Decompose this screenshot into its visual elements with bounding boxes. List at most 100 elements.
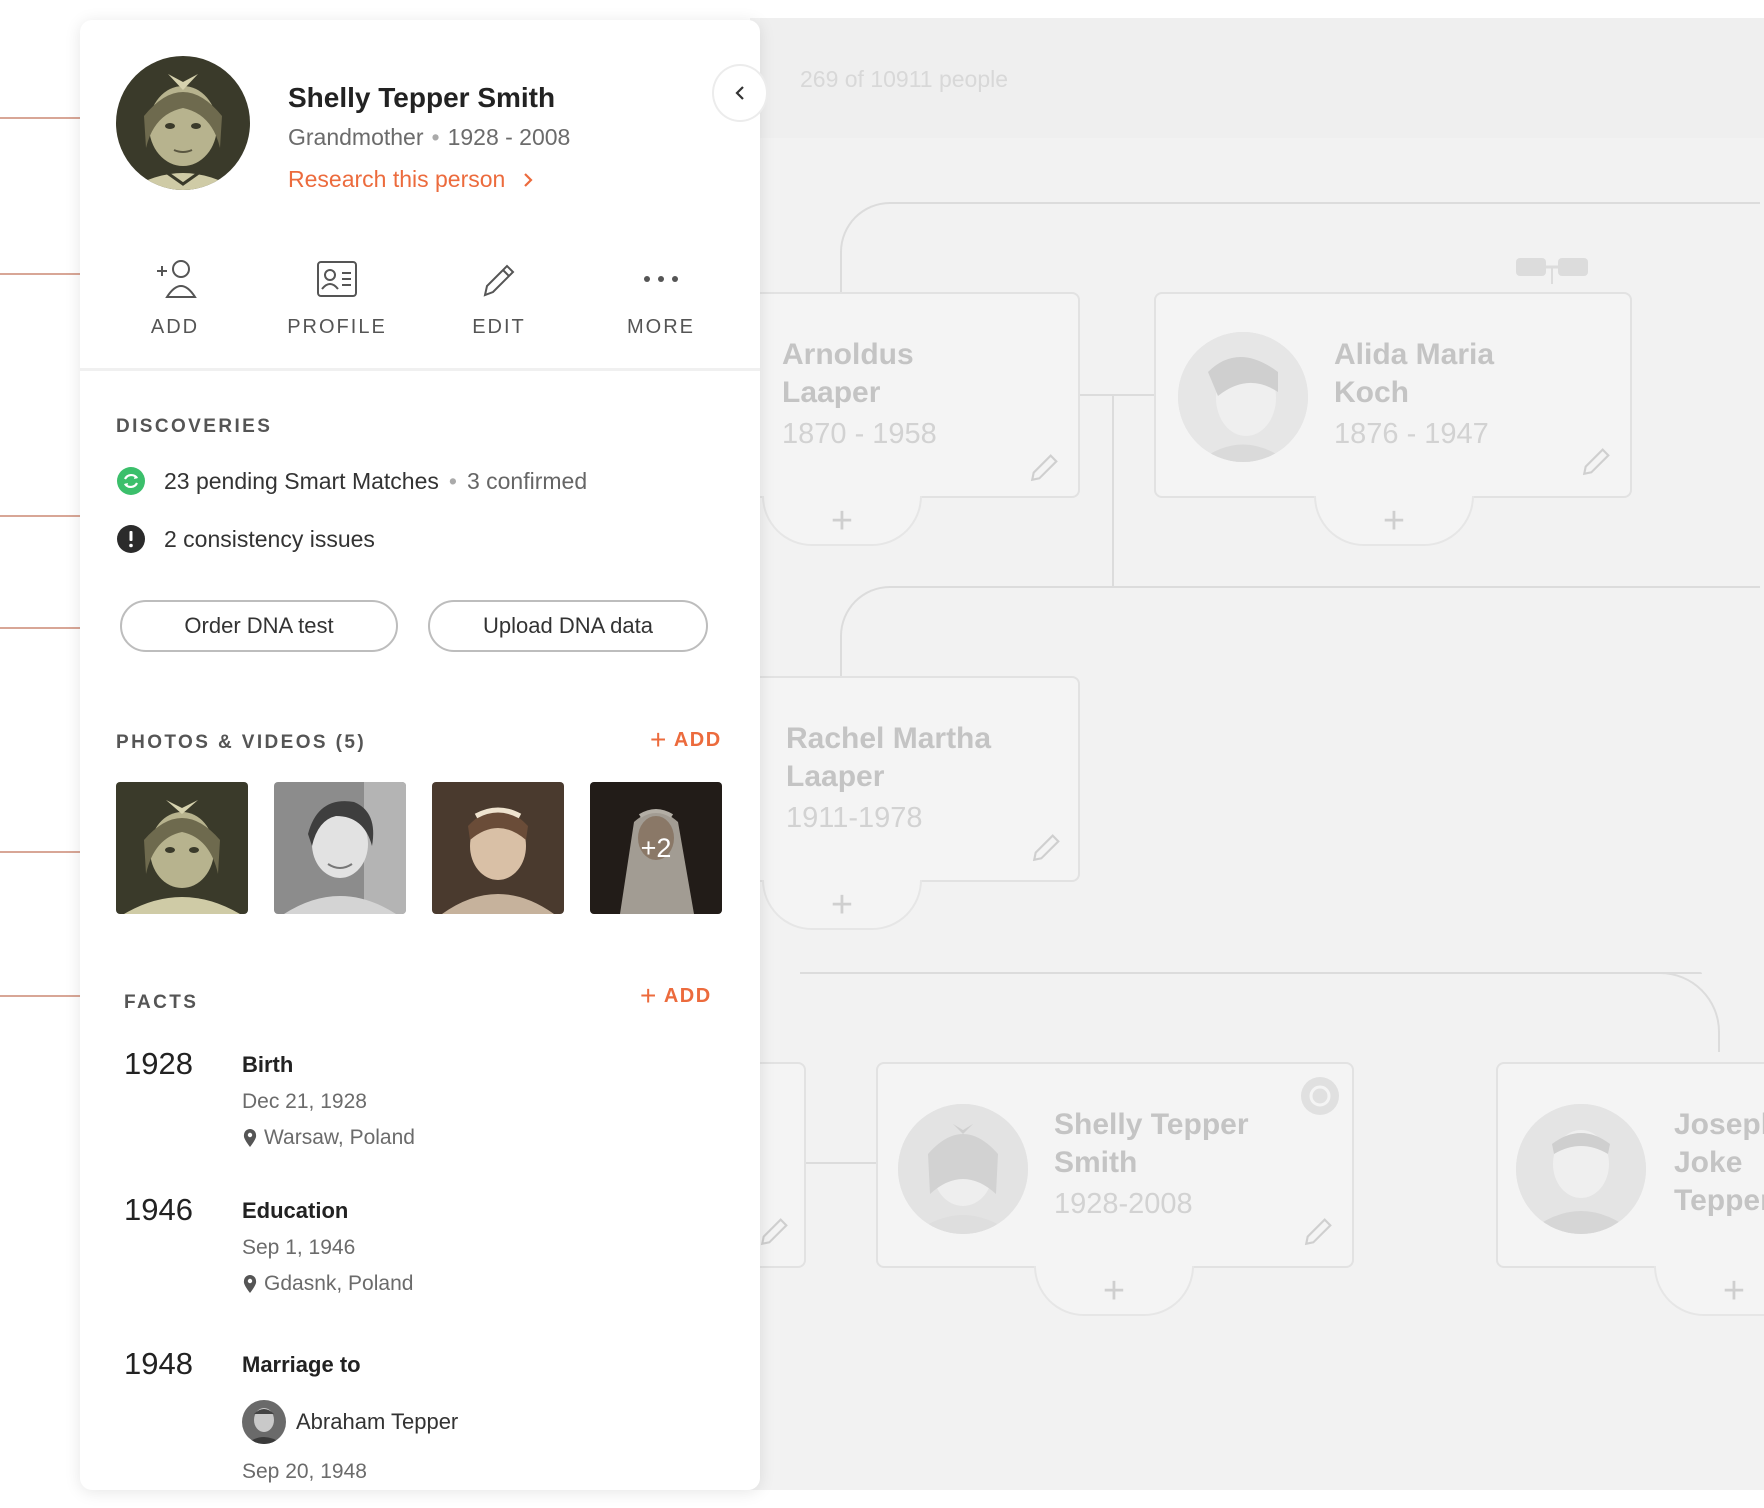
more-button-label: MORE [627,316,695,338]
pencil-icon[interactable] [758,1214,792,1248]
fact-date: Sep 1, 1946 [242,1236,356,1259]
spouse-avatar[interactable] [242,1400,286,1444]
location-pin-icon [243,1129,257,1147]
tree-card-dates: 1870 - 1958 [782,418,937,450]
tree-card-dates: 1928-2008 [1054,1188,1193,1220]
add-fact-button[interactable]: + ADD [640,980,712,1012]
couple-marker-icon [1516,258,1588,284]
more-dots-icon [644,276,678,282]
tree-card-dates: 1911-1978 [786,802,923,834]
person-panel: Shelly Tepper Smith Grandmother • 1928 - 2… [80,20,760,1490]
tree-connector [840,586,1760,676]
tree-connector [1112,394,1114,588]
profile-card-icon [317,261,357,297]
research-link-label: Research this person [288,166,506,192]
add-button[interactable]: ADD [100,250,250,339]
more-button[interactable]: MORE [586,250,736,339]
add-photo-label: ADD [673,728,722,751]
photo-thumbnail[interactable] [432,782,564,914]
tree-card-name: Laaper [782,376,881,409]
fact-year: 1948 [124,1346,193,1381]
plus-icon: + [1722,1270,1746,1312]
consistency-issues-text: 2 consistency issues [164,525,375,552]
tree-card-photo [898,1104,1028,1234]
profile-button-label: PROFILE [287,316,387,338]
tree-card-name: Joke [1674,1146,1743,1179]
tree-connector [800,972,1702,974]
fact-date: Dec 21, 1928 [242,1090,367,1113]
profile-button[interactable]: PROFILE [262,250,412,339]
tree-card[interactable]: Rachel Martha Laaper 1911-1978 [740,676,1080,882]
tree-card-name: Laaper [786,760,885,793]
add-relative-tab[interactable]: + [1654,1266,1764,1316]
person-years: 1928 - 2008 [447,124,571,150]
tree-card[interactable]: Shelly Tepper Smith 1928-2008 [876,1062,1354,1268]
plus-icon: + [640,980,658,1011]
tree-card-name: Tepper [1674,1184,1764,1217]
tree-card[interactable]: Alida Maria Koch 1876 - 1947 [1154,292,1632,498]
pencil-icon[interactable] [1580,444,1614,478]
tree-card[interactable]: Arnoldus Laaper 1870 - 1958 [740,292,1080,498]
pencil-icon[interactable] [1028,450,1062,484]
photo-thumbnail[interactable] [116,782,248,914]
tree-card-name: Arnoldus [782,338,914,371]
plus-icon: + [1102,1270,1126,1312]
tree-connector [1080,394,1156,396]
add-fact-label: ADD [663,984,712,1007]
consistency-issues-row[interactable]: 2 consistency issues [116,524,375,554]
tree-card-name: Joseph [1674,1108,1764,1141]
alert-icon [117,525,145,553]
people-count: 269 of 10911 people [800,66,1009,92]
tree-card-name: Shelly Tepper [1054,1108,1249,1141]
photo-thumbnail[interactable]: +2 [590,782,722,914]
add-photo-button[interactable]: + ADD [650,724,722,756]
tree-card-dates: 1876 - 1947 [1334,418,1489,450]
smart-matches-row[interactable]: 23 pending Smart Matches • 3 confirmed [116,466,587,496]
tree-card[interactable]: Joseph Joke Tepper [1496,1062,1764,1268]
research-link[interactable]: Research this person [288,166,539,193]
tree-card-name: Rachel Martha [786,722,992,755]
plus-icon: + [650,724,668,755]
upload-dna-button[interactable]: Upload DNA data [428,600,708,652]
person-relation: Grandmother [288,124,424,150]
avatar[interactable] [116,56,250,190]
tree-card-photo [1178,332,1308,462]
fact-title: Education [242,1198,349,1223]
pencil-icon[interactable] [1030,830,1064,864]
edit-button-label: EDIT [472,316,526,338]
tree-connector [840,202,1760,292]
add-relative-tab[interactable]: + [1314,496,1474,546]
fact-title: Birth [242,1052,294,1077]
smart-match-icon[interactable] [1300,1076,1340,1116]
add-button-label: ADD [150,316,200,338]
order-dna-button[interactable]: Order DNA test [120,600,398,652]
location-pin-icon [243,1275,257,1293]
fact-year: 1946 [124,1192,193,1227]
collapse-panel-button[interactable] [712,64,768,122]
smart-matches-text: 23 pending Smart Matches [164,467,439,494]
fact-place: Warsaw, Poland [242,1126,415,1150]
tree-connector [806,1162,876,1164]
plus-icon: + [830,500,854,542]
smart-match-icon [117,467,145,495]
tree-card-name: Alida Maria [1334,338,1495,371]
spouse-name[interactable]: Abraham Tepper [296,1409,458,1435]
tree-card-name: Smith [1054,1146,1138,1179]
add-relative-tab[interactable]: + [762,496,922,546]
confirmed-text: 3 confirmed [466,467,588,494]
photos-title: PHOTOS & VIDEOS (5) [116,732,367,753]
add-relative-tab[interactable]: + [762,880,922,930]
pencil-icon [483,264,515,297]
discoveries-title: DISCOVERIES [116,416,273,437]
facts-title: FACTS [124,992,199,1013]
fact-place-text: Warsaw, Poland [264,1126,415,1149]
add-relative-tab[interactable]: + [1034,1266,1194,1316]
plus-icon: + [1382,500,1406,542]
edit-button[interactable]: EDIT [424,250,574,339]
pencil-icon[interactable] [1302,1214,1336,1248]
tree-card-photo [1516,1104,1646,1234]
person-subtitle: Grandmother • 1928 - 2008 [288,124,571,150]
photo-thumbnail[interactable] [274,782,406,914]
fact-year: 1928 [124,1046,193,1081]
chevron-left-icon [735,86,744,100]
